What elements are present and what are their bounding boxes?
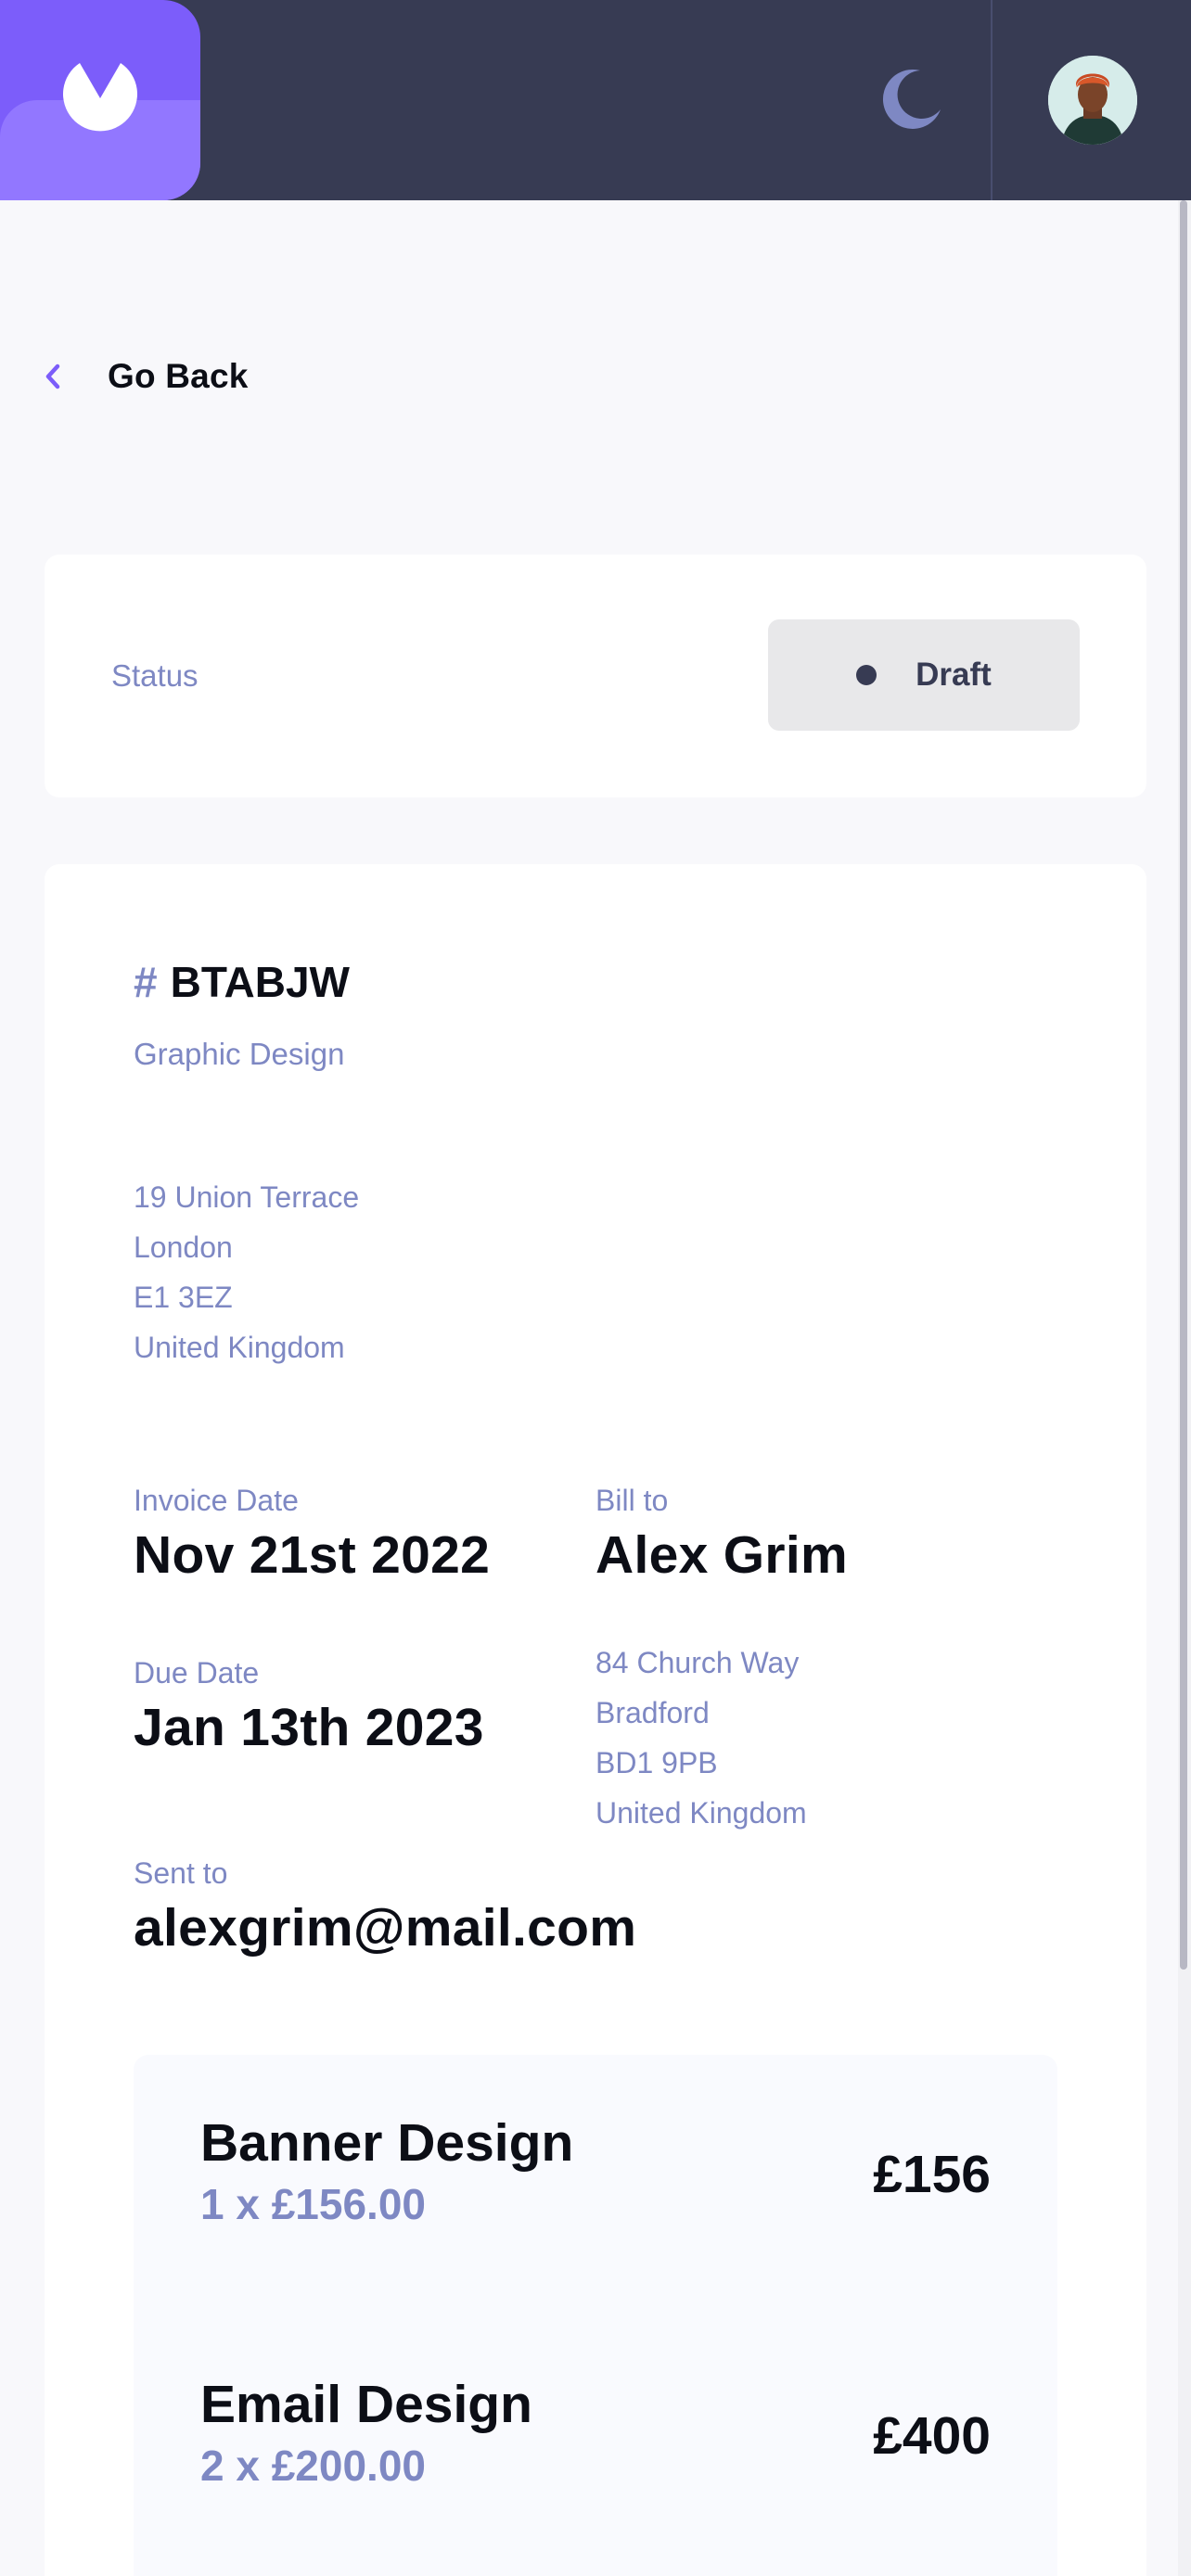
sender-street: 19 Union Terrace	[134, 1180, 360, 1214]
due-date-label: Due Date	[134, 1656, 260, 1690]
invoice-id-hash: #	[134, 958, 158, 1006]
status-value: Draft	[916, 657, 992, 693]
invoice-description: Graphic Design	[134, 1037, 345, 1071]
app-header	[0, 0, 1191, 200]
chevron-left-icon	[45, 363, 60, 389]
invoice-date-value: Nov 21st 2022	[134, 1525, 491, 1585]
sender-country: United Kingdom	[134, 1331, 345, 1364]
client-post-code: BD1 9PB	[596, 1746, 718, 1779]
status-card: Status Draft	[45, 555, 1146, 797]
invoice-date-label: Invoice Date	[134, 1484, 299, 1517]
item-name: Banner Design	[200, 2113, 574, 2173]
bill-to-label: Bill to	[596, 1484, 669, 1517]
avatar[interactable]	[1048, 56, 1137, 145]
invoice-items: Banner Design 1 x £156.00 £156 Email Des…	[134, 2055, 1057, 2576]
scrollbar-thumb[interactable]	[1180, 200, 1187, 1970]
status-label: Status	[111, 658, 198, 693]
item-qty-price: 1 x £156.00	[200, 2180, 427, 2228]
item-total: £156	[873, 2145, 991, 2204]
sender-address: 19 Union Terrace London E1 3EZ United Ki…	[134, 1172, 359, 1372]
client-country: United Kingdom	[596, 1796, 807, 1830]
client-street: 84 Church Way	[596, 1646, 800, 1679]
logo-icon	[63, 63, 137, 132]
invoice-id-value: BTABJW	[170, 958, 350, 1006]
item-name: Email Design	[200, 2375, 532, 2434]
brand-logo[interactable]	[0, 0, 200, 200]
invoice-card: # BTABJW Graphic Design 19 Union Terrace…	[45, 864, 1146, 2576]
invoice-detail-page: Go Back Status Draft # BTABJW Graphic De…	[0, 0, 1191, 2576]
header-divider	[991, 0, 992, 200]
client-city: Bradford	[596, 1696, 710, 1729]
sent-to-label: Sent to	[134, 1856, 228, 1890]
client-email: alexgrim@mail.com	[134, 1898, 637, 1958]
item-qty-price: 2 x £200.00	[200, 2442, 427, 2490]
due-date-value: Jan 13th 2023	[134, 1698, 484, 1757]
status-badge: Draft	[768, 619, 1080, 731]
go-back-label: Go Back	[108, 357, 249, 395]
item-total: £400	[873, 2406, 991, 2466]
status-dot	[856, 665, 877, 685]
invoice-id: # BTABJW	[134, 957, 350, 1007]
go-back-link[interactable]: Go Back	[43, 352, 249, 401]
sender-post-code: E1 3EZ	[134, 1281, 233, 1314]
moon-icon[interactable]	[879, 65, 946, 132]
client-address: 84 Church Way Bradford BD1 9PB United Ki…	[596, 1638, 807, 1838]
client-name: Alex Grim	[596, 1525, 848, 1585]
sender-city: London	[134, 1231, 233, 1264]
